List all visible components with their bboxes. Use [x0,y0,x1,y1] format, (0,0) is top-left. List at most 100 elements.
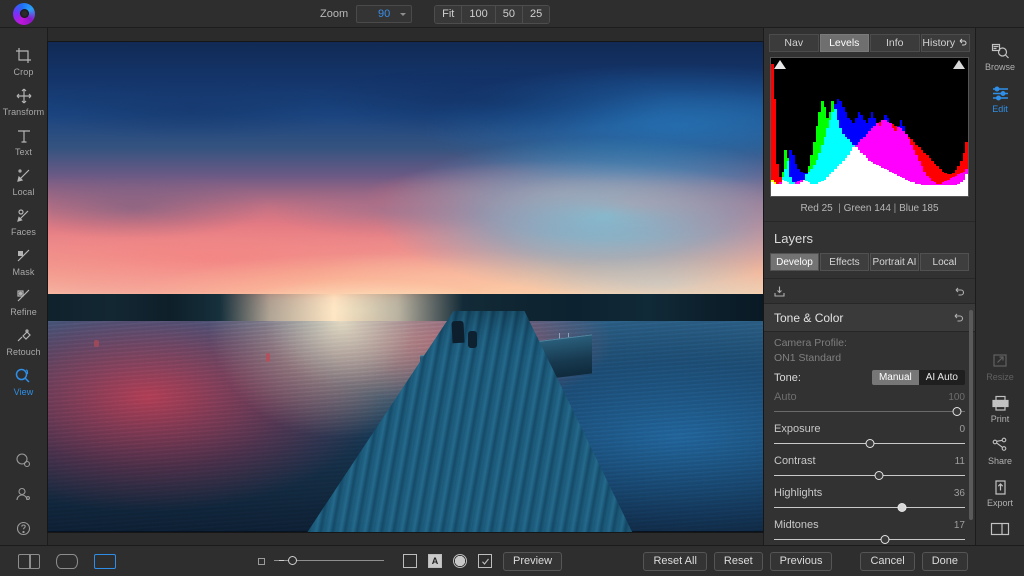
app-logo-container[interactable] [0,3,48,25]
slider-track[interactable] [774,438,965,450]
tone-and-color-header[interactable]: Tone & Color [764,304,975,332]
camera-profile-value[interactable]: ON1 Standard [774,349,965,364]
tab-label: Nav [784,37,803,49]
slider-track[interactable] [774,502,965,514]
sidebar-item-mask[interactable]: Mask [0,242,48,282]
cloud-band [48,169,763,247]
sidebar-item-local[interactable]: Local [0,162,48,202]
square-outline-icon[interactable] [403,554,417,568]
levels-histogram[interactable] [770,57,969,197]
thumbnail-small-icon[interactable] [258,558,265,565]
slider-track[interactable] [774,470,965,482]
slider-auto[interactable]: Auto100 [764,387,975,419]
resize-arrow-icon [991,351,1009,371]
bottom-toolbar: A Preview Reset All Reset Previous Cance… [0,545,1024,576]
view-split-icon[interactable] [18,554,40,569]
bottom-action-buttons: Reset All Reset Previous Cancel Done [643,552,968,571]
previous-button[interactable]: Previous [770,552,833,571]
slider-knob[interactable] [288,556,297,565]
faces-icon [13,206,35,226]
shadow-clipping-triangle-icon[interactable] [774,60,786,69]
tab-portrait-ai[interactable]: Portrait AI [870,253,919,271]
add-layer-icon[interactable] [773,285,786,298]
photo-preview[interactable] [48,42,763,532]
sidebar-item-crop[interactable]: Crop [0,42,48,82]
reset-undo-icon[interactable] [953,285,966,298]
help-question-icon[interactable] [0,511,48,545]
module-browse[interactable]: Browse [976,36,1024,78]
tab-levels[interactable]: Levels [820,34,870,52]
zoom-select[interactable]: 90 [356,5,412,23]
slider-contrast[interactable]: Contrast11 [764,451,975,483]
slider-knob[interactable] [953,407,962,416]
tab-effects[interactable]: Effects [820,253,869,271]
module-label: Print [991,414,1010,424]
sidebar-item-text[interactable]: Text [0,122,48,162]
slider-knob[interactable] [875,471,884,480]
slider-knob[interactable] [865,439,874,448]
thumbnail-size-slider[interactable] [274,555,384,567]
slider-highlights[interactable]: Highlights36 [764,483,975,515]
tool-label: Crop [14,67,34,77]
user-account-icon[interactable] [0,477,48,511]
soft-proof-circle-icon[interactable] [453,554,467,568]
slider-track[interactable] [774,534,965,545]
reset-undo-icon[interactable] [952,311,965,324]
color-wheel-icon[interactable] [0,443,48,477]
module-resize[interactable]: Resize [976,346,1024,388]
panel-scrollbar[interactable] [969,310,973,520]
cancel-button[interactable]: Cancel [860,552,914,571]
module-edit[interactable]: Edit [976,78,1024,120]
tab-history[interactable]: History [921,34,971,52]
module-share[interactable]: Share [976,430,1024,472]
reset-button[interactable]: Reset [714,552,763,571]
sidebar-item-transform[interactable]: Transform [0,82,48,122]
view-fill-icon[interactable] [94,554,116,569]
done-button[interactable]: Done [922,552,968,571]
text-icon [13,126,35,146]
tab-local[interactable]: Local [920,253,969,271]
rgb-blue-value: 185 [922,203,939,214]
tone-mode-manual[interactable]: Manual [872,370,919,385]
reset-all-button[interactable]: Reset All [643,552,706,571]
bottom-center-controls: A Preview [258,552,562,571]
zoom-preset-fit[interactable]: Fit [435,6,462,23]
tool-label: Local [12,187,34,197]
slider-label: Exposure [774,423,820,435]
top-toolbar: Zoom 90 Fit 100 50 25 [0,0,1024,28]
tab-info[interactable]: Info [870,34,920,52]
zoom-controls: Zoom 90 Fit 100 50 25 [320,0,550,28]
tab-nav[interactable]: Nav [769,34,819,52]
rgb-green-label: Green [844,203,872,214]
slider-knob[interactable] [880,535,889,544]
module-label: Resize [986,372,1014,382]
slider-knob[interactable] [897,503,906,512]
tone-mode-ai-auto[interactable]: AI Auto [919,370,965,385]
module-export[interactable]: Export [976,472,1024,514]
sidebar-item-retouch[interactable]: Retouch [0,322,48,362]
slider-exposure[interactable]: Exposure0 [764,419,975,451]
tab-develop[interactable]: Develop [770,253,819,271]
preview-button[interactable]: Preview [503,552,562,571]
zoom-preset-25[interactable]: 25 [523,6,549,23]
tool-label: View [14,387,34,397]
sidebar-item-refine[interactable]: Refine [0,282,48,322]
settings-scroll-area[interactable]: Tone & Color Camera Profile: ON1 Standar… [764,304,975,545]
zoom-preset-100[interactable]: 100 [462,6,495,23]
slider-track[interactable] [774,406,965,418]
slider-label: Auto [774,391,797,403]
canvas-area[interactable] [48,28,763,545]
zoom-preset-50[interactable]: 50 [496,6,523,23]
checkbox-check-icon[interactable] [478,554,492,568]
module-print[interactable]: Print [976,388,1024,430]
highlight-clipping-triangle-icon[interactable] [953,60,965,69]
sidebar-item-faces[interactable]: Faces [0,202,48,242]
transform-move-icon [13,86,35,106]
slider-midtones[interactable]: Midtones17 [764,515,975,545]
letter-a-icon[interactable]: A [428,554,442,568]
panel-toggle-icon[interactable] [976,514,1024,545]
view-single-icon[interactable] [56,554,78,569]
crop-icon [13,46,35,66]
sidebar-item-view[interactable]: View [0,362,48,402]
tab-label: Info [886,37,904,49]
